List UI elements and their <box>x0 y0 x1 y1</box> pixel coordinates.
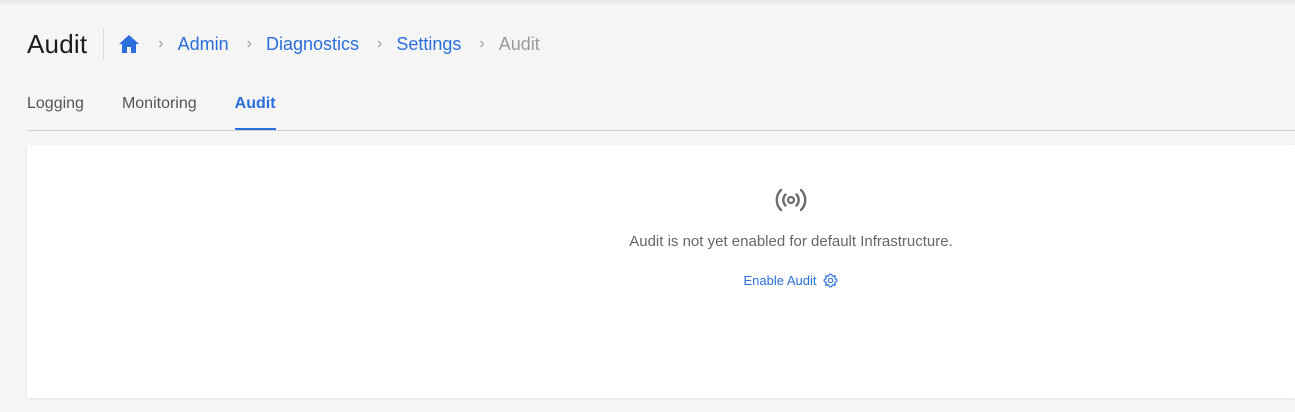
enable-audit-label: Enable Audit <box>743 272 817 288</box>
breadcrumb-separator: › <box>377 35 383 52</box>
empty-state-message: Audit is not yet enabled for default Inf… <box>629 233 953 250</box>
breadcrumb-settings[interactable]: Settings <box>396 34 461 55</box>
breadcrumb-separator: › <box>479 35 485 52</box>
breadcrumb-diagnostics[interactable]: Diagnostics <box>266 34 359 55</box>
enable-audit-link[interactable]: Enable Audit <box>743 272 838 288</box>
breadcrumb-separator: › <box>246 35 252 52</box>
breadcrumb-current: Audit <box>498 33 540 54</box>
tab-audit[interactable]: Audit <box>234 86 276 130</box>
empty-state: Audit is not yet enabled for default Inf… <box>27 183 1295 288</box>
tab-monitoring[interactable]: Monitoring <box>122 86 197 120</box>
page-title: Audit <box>27 28 88 59</box>
top-shadow <box>0 0 1295 6</box>
breadcrumb-admin[interactable]: Admin <box>178 34 229 55</box>
broadcast-signal-icon <box>771 183 811 217</box>
tab-bar: Logging Monitoring Audit <box>27 86 1295 131</box>
tab-logging[interactable]: Logging <box>27 86 84 120</box>
breadcrumb: › Admin › Diagnostics › Settings › Audit <box>118 33 540 55</box>
gear-icon <box>823 272 839 288</box>
breadcrumb-separator: › <box>158 35 164 52</box>
page-header: Audit › Admin › Diagnostics › Settings ›… <box>27 26 540 62</box>
title-divider <box>103 28 105 60</box>
home-icon[interactable] <box>118 33 140 55</box>
page: Audit › Admin › Diagnostics › Settings ›… <box>0 0 1295 412</box>
content-card: Audit is not yet enabled for default Inf… <box>27 145 1295 398</box>
